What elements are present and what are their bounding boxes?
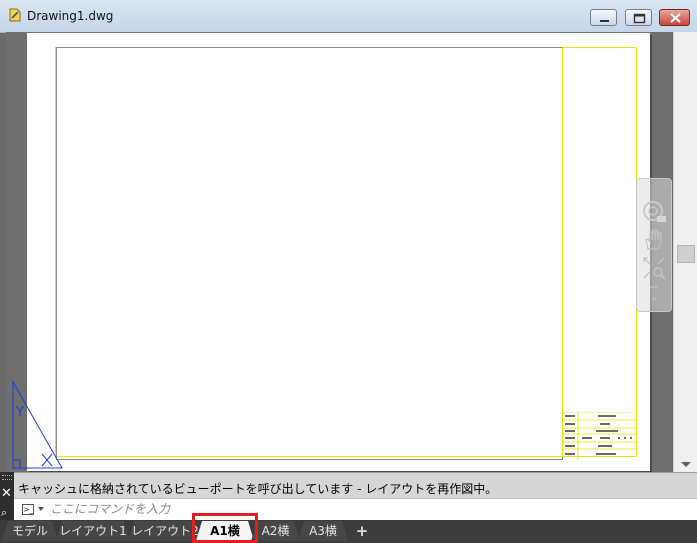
layout-tab-bar: モデル レイアウト1 レイアウト2 A1横 A2横 A3横 [0, 520, 697, 543]
scrollbar-thumb[interactable] [677, 245, 695, 263]
command-input-row: >_ [14, 498, 697, 520]
maximize-icon [633, 13, 646, 24]
add-layout-tab-button[interactable]: + [352, 522, 372, 540]
window-title-bar: Drawing1.dwg [0, 0, 697, 33]
grip-dots-icon [2, 475, 12, 480]
tab-a3-landscape[interactable]: A3横 [298, 521, 348, 541]
command-prompt-icon[interactable]: >_ [22, 504, 34, 515]
navbar-menu-icon[interactable] [661, 301, 669, 309]
dwg-file-icon [9, 8, 21, 22]
title-block [562, 412, 637, 460]
layout-viewport[interactable] [56, 47, 563, 460]
navigation-bar [636, 178, 672, 312]
navbar-close-icon[interactable] [661, 181, 669, 189]
close-command-line-icon[interactable]: ✕ [1, 486, 12, 501]
command-input[interactable] [50, 501, 680, 517]
close-icon [670, 13, 681, 23]
minimize-button[interactable] [590, 9, 617, 26]
vertical-scrollbar[interactable] [673, 32, 697, 472]
command-history-text: キャッシュに格納されているビューポートを呼び出しています - レイアウトを再作図… [18, 482, 498, 496]
close-button[interactable] [659, 9, 690, 26]
tab-layout1[interactable]: レイアウト1 [56, 521, 130, 541]
ucs-icon: Y [12, 380, 63, 469]
minimize-icon [600, 20, 609, 22]
ucs-y-label: Y [15, 405, 24, 420]
command-line-grip[interactable]: ✕ ⌕ [0, 472, 14, 520]
command-history: キャッシュに格納されているビューポートを呼び出しています - レイアウトを再作図… [0, 472, 697, 498]
tab-a1-landscape[interactable]: A1横 [196, 521, 254, 541]
recent-commands-dropdown-icon[interactable] [38, 507, 44, 511]
window-title: Drawing1.dwg [27, 9, 114, 23]
tab-layout2[interactable]: レイアウト2 [128, 521, 202, 541]
maximize-button[interactable] [625, 9, 652, 26]
customize-icon[interactable]: ⌕ [1, 506, 7, 520]
steering-wheel-icon[interactable] [641, 199, 667, 225]
title-strip [562, 47, 637, 457]
tab-a2-landscape[interactable]: A2横 [251, 521, 300, 541]
scroll-down-arrow-icon[interactable] [681, 462, 691, 467]
tab-model[interactable]: モデル [2, 521, 58, 541]
pan-hand-icon[interactable] [641, 227, 667, 253]
zoom-extents-icon[interactable] [641, 255, 667, 281]
